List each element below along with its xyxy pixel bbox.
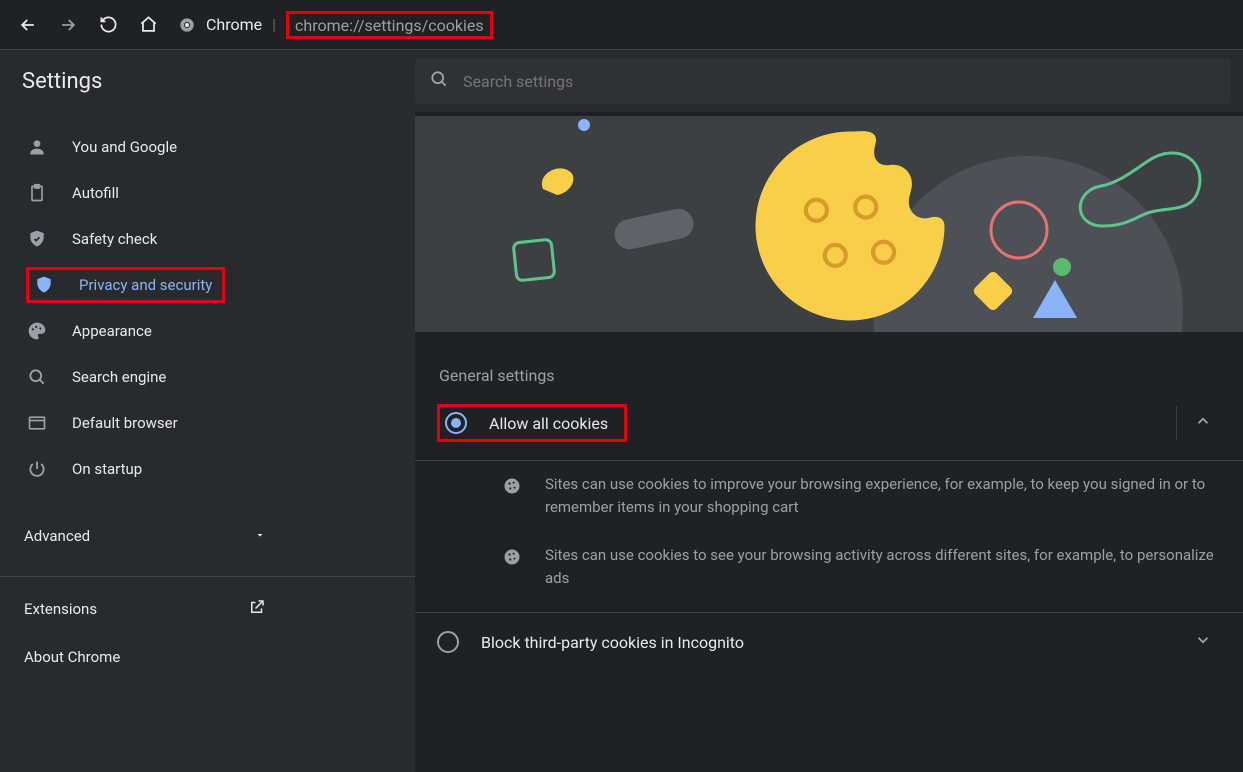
sidebar-item-you-and-google[interactable]: You and Google [0,124,415,170]
sidebar-item-label: Autofill [72,184,119,202]
header-row: Settings [0,50,1243,112]
search-icon [26,366,48,388]
chrome-icon [178,16,196,34]
radio-checked-icon[interactable] [445,412,467,434]
radio-unchecked-icon[interactable] [437,631,459,653]
back-button[interactable] [10,7,46,43]
chevron-up-icon[interactable] [1185,412,1221,434]
hero-illustration [415,112,1243,332]
sidebar-item-privacy-security[interactable]: Privacy and security [0,262,415,308]
option-block-third-party-incognito[interactable]: Block third-party cookies in Incognito [415,613,1243,671]
sidebar-item-label: Appearance [72,322,152,340]
clipboard-icon [26,182,48,204]
sidebar-extensions[interactable]: Extensions [0,585,290,633]
forward-button[interactable] [50,7,86,43]
home-button[interactable] [130,7,166,43]
sidebar-item-autofill[interactable]: Autofill [0,170,415,216]
search-input[interactable] [463,72,1217,91]
sidebar-item-label: On startup [72,460,142,478]
description-text: Sites can use cookies to improve your br… [545,473,1221,520]
sidebar-item-default-browser[interactable]: Default browser [0,400,415,446]
url-text-highlight: chrome://settings/cookies [286,11,493,39]
search-icon [429,69,449,93]
description-text: Sites can use cookies to see your browsi… [545,544,1221,591]
chrome-label: Chrome [206,15,262,34]
option-label: Allow all cookies [489,414,608,433]
chevron-down-icon[interactable] [1185,631,1221,653]
sidebar-item-label: Default browser [72,414,178,432]
option-description: Sites can use cookies to improve your br… [415,461,1243,532]
reload-button[interactable] [90,7,126,43]
advanced-label: Advanced [24,527,90,545]
divider [0,576,415,577]
about-label: About Chrome [24,648,120,666]
sidebar-item-label: Safety check [72,230,157,248]
option-description: Sites can use cookies to see your browsi… [415,532,1243,614]
open-external-icon [248,598,266,620]
shield-icon [33,274,55,296]
sidebar-item-search-engine[interactable]: Search engine [0,354,415,400]
person-icon [26,136,48,158]
sidebar-about-chrome[interactable]: About Chrome [0,633,290,681]
general-settings-label: General settings [415,332,1243,385]
power-icon [26,458,48,480]
cookie-icon [501,475,523,497]
search-settings[interactable] [415,58,1231,104]
address-bar[interactable]: Chrome | chrome://settings/cookies [178,8,1233,42]
sidebar-item-safety-check[interactable]: Safety check [0,216,415,262]
sidebar-item-label: Privacy and security [79,276,212,294]
sidebar-item-appearance[interactable]: Appearance [0,308,415,354]
option-label: Block third-party cookies in Incognito [481,633,1185,652]
chevron-down-icon [254,527,266,545]
extensions-label: Extensions [24,600,97,618]
browser-toolbar: Chrome | chrome://settings/cookies [0,0,1243,50]
cookie-icon [501,546,523,568]
page-title: Settings [0,69,415,94]
settings-sidebar: You and Google Autofill Safety check Pri… [0,112,415,772]
settings-main: General settings Allow all cookies Sites… [415,112,1243,772]
sidebar-item-label: You and Google [72,138,177,156]
divider [1176,406,1177,440]
window-icon [26,412,48,434]
sidebar-item-on-startup[interactable]: On startup [0,446,415,492]
shield-check-icon [26,228,48,250]
option-allow-all-cookies[interactable]: Allow all cookies [415,385,1243,461]
sidebar-item-label: Search engine [72,368,166,386]
sidebar-advanced[interactable]: Advanced [0,512,290,560]
palette-icon [26,320,48,342]
